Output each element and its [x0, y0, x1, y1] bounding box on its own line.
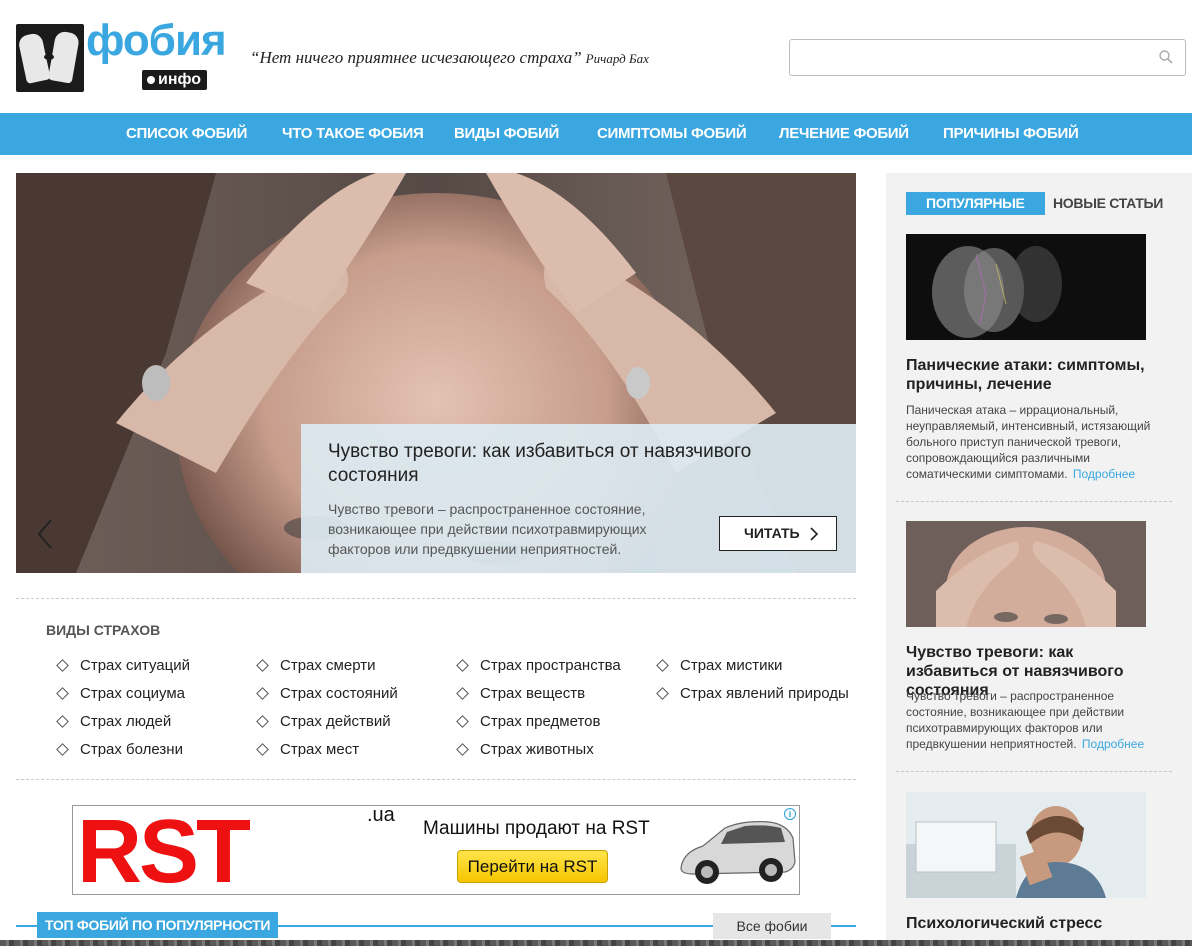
fear-type-link[interactable]: Страх состояний [256, 685, 398, 702]
fear-type-link[interactable]: Страх смерти [256, 657, 375, 674]
read-more-link[interactable]: Подробнее [1082, 737, 1144, 751]
nav-item-phobia-causes[interactable]: Причины фобий [943, 113, 1079, 155]
ad-banner[interactable]: RST .ua Машины продают на RST Перейти на… [72, 805, 800, 895]
fear-type-link[interactable]: Страх предметов [456, 713, 600, 730]
top-phobias-title: Топ фобий по популярности [37, 912, 279, 938]
fear-type-link[interactable]: Страх животных [456, 741, 594, 758]
slide-caption: Чувство тревоги: как избавиться от навяз… [301, 424, 856, 573]
slide-text: Чувство тревоги – распространенное состо… [328, 501, 647, 557]
article-thumbnail[interactable] [906, 234, 1146, 340]
article-thumbnail[interactable] [906, 521, 1146, 627]
article-title[interactable]: Психологический стресс [906, 914, 1166, 933]
nav-item-what-is-phobia[interactable]: Что такое фобия [282, 113, 424, 155]
nav-item-phobia-types[interactable]: Виды фобий [454, 113, 559, 155]
diamond-bullet-icon [456, 743, 469, 756]
tab-new-articles[interactable]: Новые статьи [1053, 192, 1163, 215]
diamond-bullet-icon [456, 715, 469, 728]
fear-types-title: Виды страхов [46, 622, 161, 638]
fear-type-link[interactable]: Страх явлений природы [656, 685, 849, 702]
header-quote: “Нет ничего приятнее исчезающего страха”… [250, 48, 649, 68]
quote-author: Ричард Бах [585, 51, 649, 66]
ad-text: Машины продают на RST [423, 818, 650, 839]
site-logo[interactable]: фобия инфо [16, 16, 227, 92]
nav-item-phobia-treatment[interactable]: Лечение фобий [779, 113, 909, 155]
fear-type-link[interactable]: Страх пространства [456, 657, 621, 674]
fear-type-link[interactable]: Страх мест [256, 741, 359, 758]
fear-type-link[interactable]: Страх ситуаций [56, 657, 190, 674]
diamond-bullet-icon [256, 659, 269, 672]
fear-type-link[interactable]: Страх мистики [656, 657, 782, 674]
read-button[interactable]: ЧИТАТЬ [719, 516, 837, 551]
section-divider [16, 779, 856, 780]
bottom-image-strip [0, 940, 1192, 946]
diamond-bullet-icon [56, 687, 69, 700]
fear-type-link[interactable]: Страх действий [256, 713, 391, 730]
diamond-bullet-icon [456, 687, 469, 700]
search-icon[interactable] [1159, 50, 1173, 64]
slide-title[interactable]: Чувство тревоги: как избавиться от навяз… [328, 440, 808, 488]
ad-domain: .ua [367, 805, 395, 826]
fear-type-link[interactable]: Страх веществ [456, 685, 585, 702]
diamond-bullet-icon [56, 659, 69, 672]
main-nav: Список фобий Что такое фобия Виды фобий … [0, 113, 1192, 155]
fear-type-link[interactable]: Страх людей [56, 713, 171, 730]
ad-button[interactable]: Перейти на RST [457, 850, 608, 883]
car-icon [680, 821, 796, 884]
quote-text: “Нет ничего приятнее исчезающего страха” [250, 48, 582, 67]
diamond-bullet-icon [656, 659, 669, 672]
tab-popular[interactable]: Популярные [906, 192, 1045, 215]
diamond-bullet-icon [256, 715, 269, 728]
nav-item-phobia-list[interactable]: Список фобий [126, 113, 247, 155]
read-more-link[interactable]: Подробнее [1073, 467, 1135, 481]
diamond-bullet-icon [56, 743, 69, 756]
ad-logo: RST [77, 805, 251, 895]
chevron-right-icon [810, 527, 819, 541]
article-excerpt: Паническая атака – иррациональный, неупр… [906, 403, 1151, 481]
logo-face-icon [16, 24, 84, 92]
diamond-bullet-icon [256, 687, 269, 700]
fear-type-link[interactable]: Страх болезни [56, 741, 183, 758]
site-header: фобия инфо “Нет ничего приятнее исчезающ… [0, 0, 1192, 113]
all-phobias-link[interactable]: Все фобии [713, 913, 831, 939]
article-excerpt: Чувство тревоги – распространенное состо… [906, 689, 1145, 751]
sidebar: Популярные Новые статьи Панические атаки… [886, 173, 1192, 940]
slider-prev-icon[interactable] [36, 518, 54, 550]
diamond-bullet-icon [456, 659, 469, 672]
diamond-bullet-icon [656, 687, 669, 700]
sidebar-divider [896, 501, 1172, 502]
article-title[interactable]: Панические атаки: симптомы, причины, леч… [906, 356, 1166, 394]
fear-type-link[interactable]: Страх социума [56, 685, 185, 702]
search-input[interactable] [790, 40, 1150, 75]
article-thumbnail[interactable] [906, 792, 1146, 898]
logo-sub: инфо [142, 70, 208, 90]
logo-word: фобия [86, 16, 227, 65]
read-button-label: ЧИТАТЬ [744, 525, 800, 541]
nav-item-phobia-symptoms[interactable]: Симптомы фобий [597, 113, 747, 155]
search-box [789, 39, 1186, 76]
diamond-bullet-icon [256, 743, 269, 756]
diamond-bullet-icon [56, 715, 69, 728]
sidebar-divider [896, 771, 1172, 772]
section-divider [16, 598, 856, 599]
